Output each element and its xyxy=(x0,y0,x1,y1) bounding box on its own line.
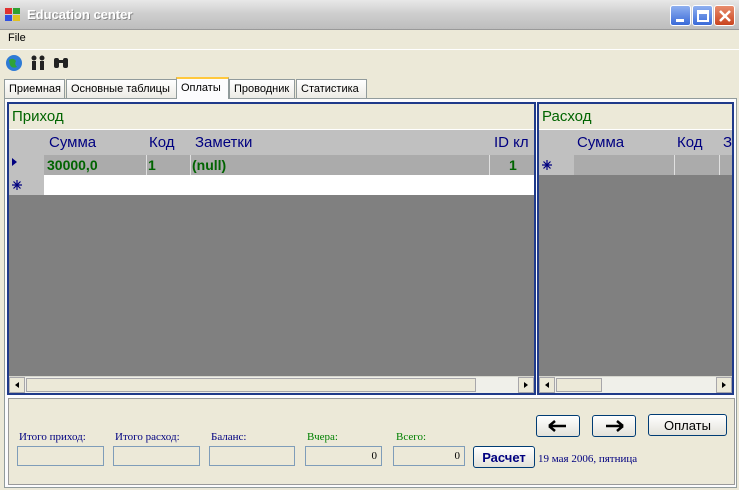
scroll-left-button[interactable] xyxy=(539,377,555,393)
menu-file[interactable]: File xyxy=(8,32,26,44)
column-divider xyxy=(146,155,147,175)
new-row-selector[interactable] xyxy=(539,155,574,175)
close-icon xyxy=(719,10,731,22)
arrow-right-icon xyxy=(606,420,624,432)
column-divider xyxy=(674,155,675,175)
income-grid-scrollbar[interactable] xyxy=(9,376,534,393)
yesterday-label: Вчера: xyxy=(307,431,338,443)
expense-grid-caption: Расход xyxy=(539,104,732,130)
yesterday-field: 0 xyxy=(305,446,382,466)
binoculars-icon[interactable] xyxy=(52,54,70,72)
total-expense-label: Итого расход: xyxy=(115,431,180,443)
globe-icon[interactable] xyxy=(5,54,23,72)
arrow-left-icon xyxy=(15,382,19,388)
new-row-selector[interactable] xyxy=(9,175,44,195)
arrow-right-icon xyxy=(722,382,726,388)
calc-button[interactable]: Расчет xyxy=(473,446,535,468)
minimize-button[interactable] xyxy=(670,5,691,26)
expense-grid[interactable]: Расход Сумма Код З xyxy=(537,102,734,395)
tab-explorer[interactable]: Проводник xyxy=(229,79,295,98)
app-icon xyxy=(5,8,21,22)
income-grid-header: Сумма Код Заметки ID кл xyxy=(9,130,534,155)
current-row-icon xyxy=(12,158,17,166)
col-header-zametki[interactable]: З xyxy=(723,134,732,151)
income-grid[interactable]: Приход Сумма Код Заметки ID кл 30000,0 1… xyxy=(7,102,536,395)
cell-summa[interactable]: 30000,0 xyxy=(47,157,98,173)
new-row-icon xyxy=(542,160,552,170)
total-field: 0 xyxy=(393,446,465,466)
new-row-icon xyxy=(12,180,22,190)
expense-grid-header: Сумма Код З xyxy=(539,130,732,155)
cell-zametki[interactable]: (null) xyxy=(192,157,226,173)
maximize-button[interactable] xyxy=(692,5,713,26)
total-income-field xyxy=(17,446,104,466)
column-divider xyxy=(190,155,191,175)
scroll-thumb[interactable] xyxy=(26,378,476,392)
table-row[interactable]: 30000,0 1 (null) 1 xyxy=(9,155,534,175)
col-header-id[interactable]: ID кл xyxy=(494,134,529,151)
cell-id[interactable]: 1 xyxy=(509,157,517,173)
row-selector[interactable] xyxy=(9,155,44,175)
tab-statistics[interactable]: Статистика xyxy=(296,79,367,98)
arrow-left-icon xyxy=(545,382,549,388)
window-title: Education center xyxy=(27,7,133,22)
tab-payments[interactable]: Оплаты xyxy=(176,77,229,99)
total-label: Всего: xyxy=(396,431,427,443)
tab-main-tables[interactable]: Основные таблицы xyxy=(66,79,177,98)
scroll-right-button[interactable] xyxy=(518,377,534,393)
payments-button[interactable]: Оплаты xyxy=(648,414,727,436)
arrow-right-icon xyxy=(524,382,528,388)
col-header-kod[interactable]: Код xyxy=(677,134,703,151)
total-income-label: Итого приход: xyxy=(19,431,86,443)
total-expense-field xyxy=(113,446,200,466)
next-button[interactable] xyxy=(592,415,636,437)
expense-grid-scrollbar[interactable] xyxy=(539,376,732,393)
new-row[interactable] xyxy=(9,175,534,195)
arrow-left-icon xyxy=(548,420,566,432)
scroll-left-button[interactable] xyxy=(9,377,25,393)
column-divider xyxy=(719,155,720,175)
new-row[interactable] xyxy=(539,155,732,175)
close-button[interactable] xyxy=(714,5,735,26)
col-header-zametki[interactable]: Заметки xyxy=(195,134,252,151)
col-header-summa[interactable]: Сумма xyxy=(49,134,96,151)
maximize-icon xyxy=(697,10,709,22)
toolbar xyxy=(0,49,739,75)
tab-reception[interactable]: Приемная xyxy=(4,79,65,98)
current-date: 19 мая 2006, пятница xyxy=(538,453,638,465)
balance-field xyxy=(209,446,295,466)
minimize-icon xyxy=(676,19,684,22)
prev-button[interactable] xyxy=(536,415,580,437)
scroll-thumb[interactable] xyxy=(556,378,602,392)
title-bar: Education center xyxy=(0,0,739,30)
income-grid-caption: Приход xyxy=(9,104,534,130)
cell-kod[interactable]: 1 xyxy=(148,157,156,173)
people-icon[interactable] xyxy=(29,54,47,72)
column-divider xyxy=(489,155,490,175)
balance-label: Баланс: xyxy=(211,431,247,443)
scroll-right-button[interactable] xyxy=(716,377,732,393)
col-header-summa[interactable]: Сумма xyxy=(577,134,624,151)
col-header-kod[interactable]: Код xyxy=(149,134,175,151)
menu-bar: File xyxy=(0,30,739,48)
